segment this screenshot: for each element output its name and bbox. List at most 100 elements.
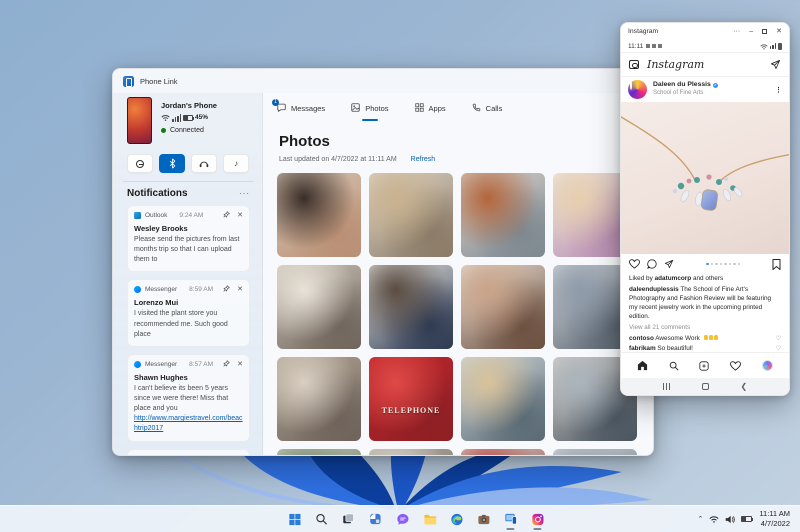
bookmark-icon[interactable] — [772, 258, 781, 270]
comment-like-icon[interactable]: ♡ — [776, 335, 781, 343]
refresh-button[interactable]: Refresh — [411, 156, 436, 163]
last-updated-text: Last updated on 4/7/2022 at 11:11 AM — [279, 156, 397, 163]
window-more-button[interactable]: ··· — [733, 28, 740, 35]
phone-link-titlebar[interactable]: Phone Link — [113, 69, 653, 93]
phone-wallpaper-thumbnail — [127, 97, 152, 144]
photo-tile-stacked-hands[interactable] — [461, 265, 545, 349]
notification-card[interactable]: Outlook 9:24 AM ✕ Wesley Brooks Please send … — [127, 205, 250, 273]
carousel-dot — [719, 262, 722, 266]
direct-messages-icon[interactable] — [770, 59, 781, 70]
file-explorer-taskbar-icon[interactable] — [418, 508, 440, 530]
android-recents-button[interactable] — [662, 383, 671, 390]
instagram-camera-icon[interactable] — [629, 60, 639, 69]
post-photo-necklace[interactable] — [621, 102, 789, 254]
post-options-button[interactable]: ⋮ — [775, 86, 782, 94]
tab-calls[interactable]: Calls — [472, 101, 502, 121]
photo-tile-group-green-park[interactable] — [277, 449, 361, 455]
window-maximize-button[interactable] — [762, 29, 768, 34]
edge-taskbar-icon[interactable] — [445, 508, 467, 530]
instagram-taskbar-icon[interactable] — [526, 508, 548, 530]
pin-icon[interactable] — [223, 285, 231, 294]
activity-icon[interactable] — [730, 360, 742, 371]
carousel-dot-active — [706, 262, 709, 266]
photo-tile-city-crowd[interactable] — [553, 449, 637, 455]
notification-app-name: Outlook — [145, 212, 168, 219]
search-icon[interactable] — [669, 361, 679, 371]
pin-icon[interactable] — [223, 211, 231, 220]
messages-tab-icon: 1 — [272, 98, 286, 114]
new-post-icon[interactable] — [699, 360, 710, 371]
pin-icon[interactable] — [223, 359, 231, 369]
tab-apps[interactable]: Apps — [414, 101, 446, 121]
notification-card[interactable]: Messenger 8:57 AM ✕ Shawn Hughes I can't bel… — [127, 353, 250, 442]
photo-tile-boy-beige-hoodie[interactable] — [461, 357, 545, 441]
music-button[interactable]: ♪ — [223, 154, 249, 173]
comment-like-icon[interactable]: ♡ — [776, 345, 781, 352]
status-notification-icon — [646, 44, 651, 48]
notification-card[interactable]: Messenger 8:59 AM ✕ Lorenzo Mui I visited th… — [127, 279, 250, 347]
avatar-story-ring[interactable] — [628, 80, 647, 99]
photo-tile-students-sharing-notes[interactable] — [277, 265, 361, 349]
photo-tile-boy-glasses-navy-jacket[interactable] — [369, 265, 453, 349]
chat-taskbar-icon[interactable] — [391, 508, 413, 530]
window-close-button[interactable]: ✕ — [776, 28, 782, 35]
liked-by-line[interactable]: Liked by adatumcorp and others — [629, 275, 781, 284]
task-view-taskbar-icon[interactable] — [337, 508, 359, 530]
android-back-button[interactable]: ❮ — [740, 382, 747, 391]
post-username[interactable]: Daleen du Plessis — [653, 81, 711, 89]
camera-taskbar-icon[interactable] — [472, 508, 494, 530]
notification-app-name: Messenger — [145, 286, 178, 294]
tab-photos[interactable]: Photos — [351, 101, 389, 121]
bluetooth-button[interactable] — [159, 154, 185, 173]
photo-tile-friends-walking[interactable] — [369, 449, 453, 455]
photo-tile-couple-beige-jackets-phone[interactable] — [369, 173, 453, 257]
notifications-more-button[interactable]: ··· — [239, 189, 250, 198]
notification-card[interactable]: Messages8:51 AM✕Nola HarrellThis is the … — [127, 448, 250, 455]
carousel-dots — [681, 262, 765, 266]
audio-button[interactable] — [191, 154, 217, 173]
notification-link[interactable]: http://www.margiestravel.com/beachtrip20… — [134, 414, 243, 434]
search-taskbar-icon[interactable] — [310, 508, 332, 530]
close-icon[interactable]: ✕ — [237, 286, 243, 293]
photo-tile-red-telephone-box[interactable]: TELEPHONE — [369, 357, 453, 441]
tab-bar: 1 Messages Photos Apps Calls — [263, 93, 653, 121]
phone-link-taskbar-icon[interactable] — [499, 508, 521, 530]
share-icon[interactable] — [664, 259, 674, 269]
instagram-window: Instagram ··· – ✕ 11:11 Instagram Daleen… — [620, 22, 790, 396]
battery-percent: 45% — [195, 114, 209, 122]
notification-message: I visited the plant store you recommende… — [134, 310, 228, 338]
tray-chevron-icon[interactable]: ⌃ — [698, 515, 704, 523]
photo-tile-red-bus-detail[interactable] — [461, 449, 545, 455]
photo-tile-girl-selfie-pointing[interactable] — [277, 173, 361, 257]
status-notification-icon — [652, 44, 657, 48]
desktop: Phone Link Jordan's Phone 45% Connected … — [0, 0, 800, 532]
close-icon[interactable]: ✕ — [237, 361, 243, 368]
widgets-taskbar-icon[interactable] — [364, 508, 386, 530]
comment-username[interactable]: fabrikam — [629, 345, 656, 352]
profile-avatar[interactable] — [761, 360, 773, 371]
calls-tab-icon — [472, 103, 481, 114]
start-taskbar-icon[interactable] — [283, 508, 305, 530]
tray-volume-icon[interactable] — [725, 515, 736, 524]
window-minimize-button[interactable]: – — [749, 28, 753, 35]
comment-icon[interactable] — [647, 259, 657, 269]
photo-tile-group-low-angle[interactable] — [277, 357, 361, 441]
tab-messages[interactable]: 1 Messages — [272, 98, 325, 121]
comment-body: Awesome Work — [653, 334, 702, 342]
like-icon[interactable] — [629, 259, 640, 269]
home-icon[interactable] — [637, 360, 648, 371]
android-home-button[interactable] — [701, 383, 709, 390]
notification-actions: ✕ — [223, 211, 243, 220]
close-icon[interactable]: ✕ — [237, 212, 243, 219]
view-all-comments-link[interactable]: View all 21 comments — [629, 324, 781, 333]
taskbar-clock[interactable]: 11:11 AM 4/7/2022 — [759, 509, 796, 529]
comment-username[interactable]: contoso — [629, 335, 654, 342]
wifi-icon — [161, 115, 170, 122]
tray-wifi-icon[interactable] — [709, 515, 719, 523]
caption-username[interactable]: daleenduplessis — [629, 286, 679, 293]
notification-header: Messenger 8:57 AM ✕ — [134, 359, 243, 369]
tray-battery-icon[interactable] — [741, 516, 754, 522]
photo-tile-redhead-group-phones[interactable] — [461, 173, 545, 257]
instagram-titlebar[interactable]: Instagram ··· – ✕ — [621, 23, 789, 40]
do-not-disturb-button[interactable] — [127, 154, 153, 173]
